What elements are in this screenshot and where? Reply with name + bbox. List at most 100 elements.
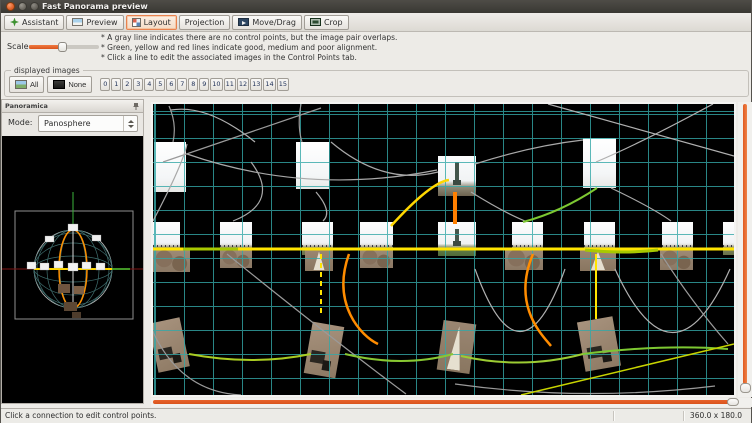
horizontal-pan-slider[interactable] — [151, 398, 752, 407]
image-toggle-0[interactable]: 0 — [100, 78, 110, 91]
vertical-pan-slider[interactable] — [738, 102, 752, 397]
mode-combobox[interactable]: Panosphere — [38, 115, 138, 132]
connection-line[interactable] — [611, 188, 671, 221]
connection-line[interactable] — [391, 180, 449, 226]
connection-line[interactable] — [475, 269, 565, 332]
maximize-button[interactable] — [30, 2, 39, 11]
all-button[interactable]: All — [9, 76, 44, 93]
tab-label: Move/Drag — [252, 18, 296, 27]
connection-line[interactable] — [299, 104, 302, 142]
connection-line[interactable] — [331, 142, 438, 175]
connection-line[interactable] — [525, 254, 551, 346]
layout-canvas[interactable] — [151, 102, 736, 397]
vertical-slider-handle[interactable] — [740, 383, 751, 393]
image-toggle-11[interactable]: 11 — [224, 78, 236, 91]
connection-line[interactable] — [343, 254, 378, 344]
close-button[interactable] — [6, 2, 15, 11]
connection-line[interactable] — [316, 192, 327, 221]
tab-crop[interactable]: Crop — [304, 15, 349, 30]
toolbar-tabs: Assistant Preview Layout Projection Move/Dra… — [1, 13, 751, 32]
image-toggle-3[interactable]: 3 — [133, 78, 143, 91]
connection-line[interactable] — [615, 269, 730, 333]
connection-line[interactable] — [596, 104, 713, 162]
connection-line[interactable] — [169, 106, 174, 142]
horizontal-slider-track — [153, 400, 731, 404]
vertical-slider-track — [743, 104, 747, 384]
movedrag-icon — [238, 18, 249, 26]
all-button-label: All — [30, 80, 38, 89]
none-button[interactable]: None — [47, 76, 92, 93]
tab-projection[interactable]: Projection — [179, 15, 231, 30]
canvas-size-readout: 360.0 x 180.0 — [687, 409, 745, 422]
help-text: * A gray line indicates there are no con… — [101, 33, 397, 63]
tab-layout[interactable]: Layout — [126, 15, 177, 30]
image-toggle-9[interactable]: 9 — [199, 78, 209, 91]
connection-line[interactable] — [661, 254, 728, 344]
all-images-icon — [15, 80, 27, 89]
connection-line[interactable] — [475, 140, 583, 164]
tab-assistant[interactable]: Assistant — [4, 15, 64, 30]
connection-line[interactable] — [171, 109, 255, 142]
none-button-label: None — [68, 80, 86, 89]
layout-icon — [132, 18, 141, 27]
tab-label: Crop — [324, 18, 343, 27]
panorama-panel: Panoramica Mode: Panosphere — [1, 99, 144, 404]
connection-line[interactable] — [153, 332, 241, 395]
tab-label: Layout — [144, 18, 171, 27]
combo-spinner[interactable] — [123, 116, 137, 131]
scale-label: Scale: — [7, 42, 31, 51]
image-toggle-15[interactable]: 15 — [277, 78, 289, 91]
scale-slider[interactable] — [29, 45, 99, 49]
connection-line[interactable] — [227, 254, 406, 394]
help-line: * Click a line to edit the associated im… — [101, 53, 397, 63]
horizontal-slider-handle[interactable] — [727, 398, 739, 406]
connection-line[interactable] — [461, 354, 583, 363]
window-title: Fast Panorama preview — [42, 0, 148, 13]
tab-move-drag[interactable]: Move/Drag — [232, 15, 302, 30]
image-toggle-row: 0123456789101112131415 — [100, 78, 290, 91]
connection-line[interactable] — [189, 354, 311, 360]
scale-slider-handle[interactable] — [58, 42, 67, 52]
preview-icon — [72, 18, 83, 26]
image-toggle-2[interactable]: 2 — [122, 78, 132, 91]
image-toggle-8[interactable]: 8 — [188, 78, 198, 91]
displayed-images-group: displayed images All None 01234567891011… — [4, 70, 749, 97]
tab-label: Projection — [185, 18, 225, 27]
panel-title: Panoramica — [5, 100, 48, 112]
image-toggle-14[interactable]: 14 — [263, 78, 275, 91]
image-toggle-1[interactable]: 1 — [111, 78, 121, 91]
image-toggle-4[interactable]: 4 — [144, 78, 154, 91]
mode-row: Mode: Panosphere — [2, 113, 143, 136]
image-toggle-13[interactable]: 13 — [250, 78, 262, 91]
displayed-images-title: displayed images — [11, 66, 83, 75]
panel-header: Panoramica — [2, 100, 143, 113]
connection-line[interactable] — [523, 188, 597, 222]
panosphere-graphic — [2, 136, 143, 404]
connection-line[interactable] — [471, 192, 525, 221]
connection-line[interactable] — [163, 108, 321, 162]
tab-preview[interactable]: Preview — [66, 15, 123, 30]
image-toggle-6[interactable]: 6 — [166, 78, 176, 91]
minimize-button[interactable] — [18, 2, 27, 11]
crop-icon — [310, 18, 321, 26]
panosphere-preview[interactable] — [2, 136, 143, 403]
mode-label: Mode: — [8, 118, 33, 127]
connection-line[interactable] — [187, 154, 437, 180]
image-toggle-7[interactable]: 7 — [177, 78, 187, 91]
image-toggle-10[interactable]: 10 — [210, 78, 222, 91]
image-toggle-5[interactable]: 5 — [155, 78, 165, 91]
mode-value: Panosphere — [44, 116, 91, 131]
image-toggle-12[interactable]: 12 — [237, 78, 249, 91]
tab-label: Preview — [86, 18, 117, 27]
help-line: * A gray line indicates there are no con… — [101, 33, 397, 43]
status-separator — [613, 411, 614, 421]
assistant-icon — [10, 18, 19, 27]
pin-icon[interactable] — [132, 102, 140, 111]
connection-line[interactable] — [548, 104, 734, 156]
title-bar: Fast Panorama preview — [1, 0, 751, 14]
spinner-down-icon — [128, 125, 134, 128]
status-bar: Click a connection to edit control point… — [1, 408, 751, 423]
spinner-up-icon — [128, 120, 134, 123]
tab-label: Assistant — [22, 18, 58, 27]
connection-line[interactable] — [455, 384, 715, 394]
